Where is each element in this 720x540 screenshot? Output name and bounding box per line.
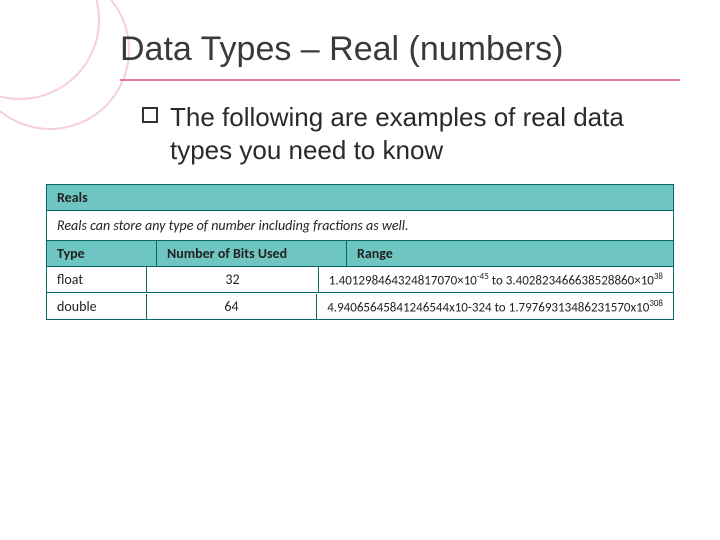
- range-low-base: 4.94065645841246544x10-324: [327, 300, 491, 315]
- slide: Data Types – Real (numbers) The followin…: [0, 0, 720, 320]
- table-row: float 32 1.401298464324817070×10-45 to 3…: [47, 267, 673, 293]
- table-row: double 64 4.94065645841246544x10-324 to …: [47, 293, 673, 319]
- cell-type: float: [47, 267, 147, 292]
- bullet-square-icon: [142, 107, 158, 123]
- cell-range: 1.401298464324817070×10-45 to 3.40282346…: [319, 267, 673, 292]
- col-header-bits: Number of Bits Used: [157, 241, 347, 266]
- table-section-head: Reals: [47, 185, 673, 211]
- range-sep: to: [489, 273, 506, 288]
- col-header-range: Range: [347, 241, 673, 266]
- range-sep: to: [492, 300, 509, 315]
- body-text: The following are examples of real data …: [170, 101, 640, 166]
- range-low-exp: -45: [477, 271, 489, 282]
- reals-table: Reals Reals can store any type of number…: [46, 184, 674, 320]
- cell-range: 4.94065645841246544x10-324 to 1.79769313…: [317, 294, 673, 319]
- title-underline: [120, 79, 680, 81]
- page-title: Data Types – Real (numbers): [120, 30, 680, 69]
- range-low-base: 1.401298464324817070×10: [329, 273, 477, 288]
- range-high-exp: 308: [649, 298, 663, 309]
- range-high-base: 3.402823466638528860×10: [506, 273, 654, 288]
- body-text-content: The following are examples of real data …: [170, 102, 624, 165]
- table-section-row: Reals: [47, 185, 673, 211]
- table-note: Reals can store any type of number inclu…: [47, 211, 673, 241]
- col-header-type: Type: [47, 241, 157, 266]
- table-note-row: Reals can store any type of number inclu…: [47, 211, 673, 241]
- cell-bits: 32: [147, 267, 319, 292]
- cell-bits: 64: [147, 294, 317, 319]
- table-header-row: Type Number of Bits Used Range: [47, 241, 673, 267]
- range-high-exp: 38: [654, 271, 663, 282]
- cell-type: double: [47, 294, 147, 319]
- range-high-base: 1.79769313486231570x10: [509, 300, 650, 315]
